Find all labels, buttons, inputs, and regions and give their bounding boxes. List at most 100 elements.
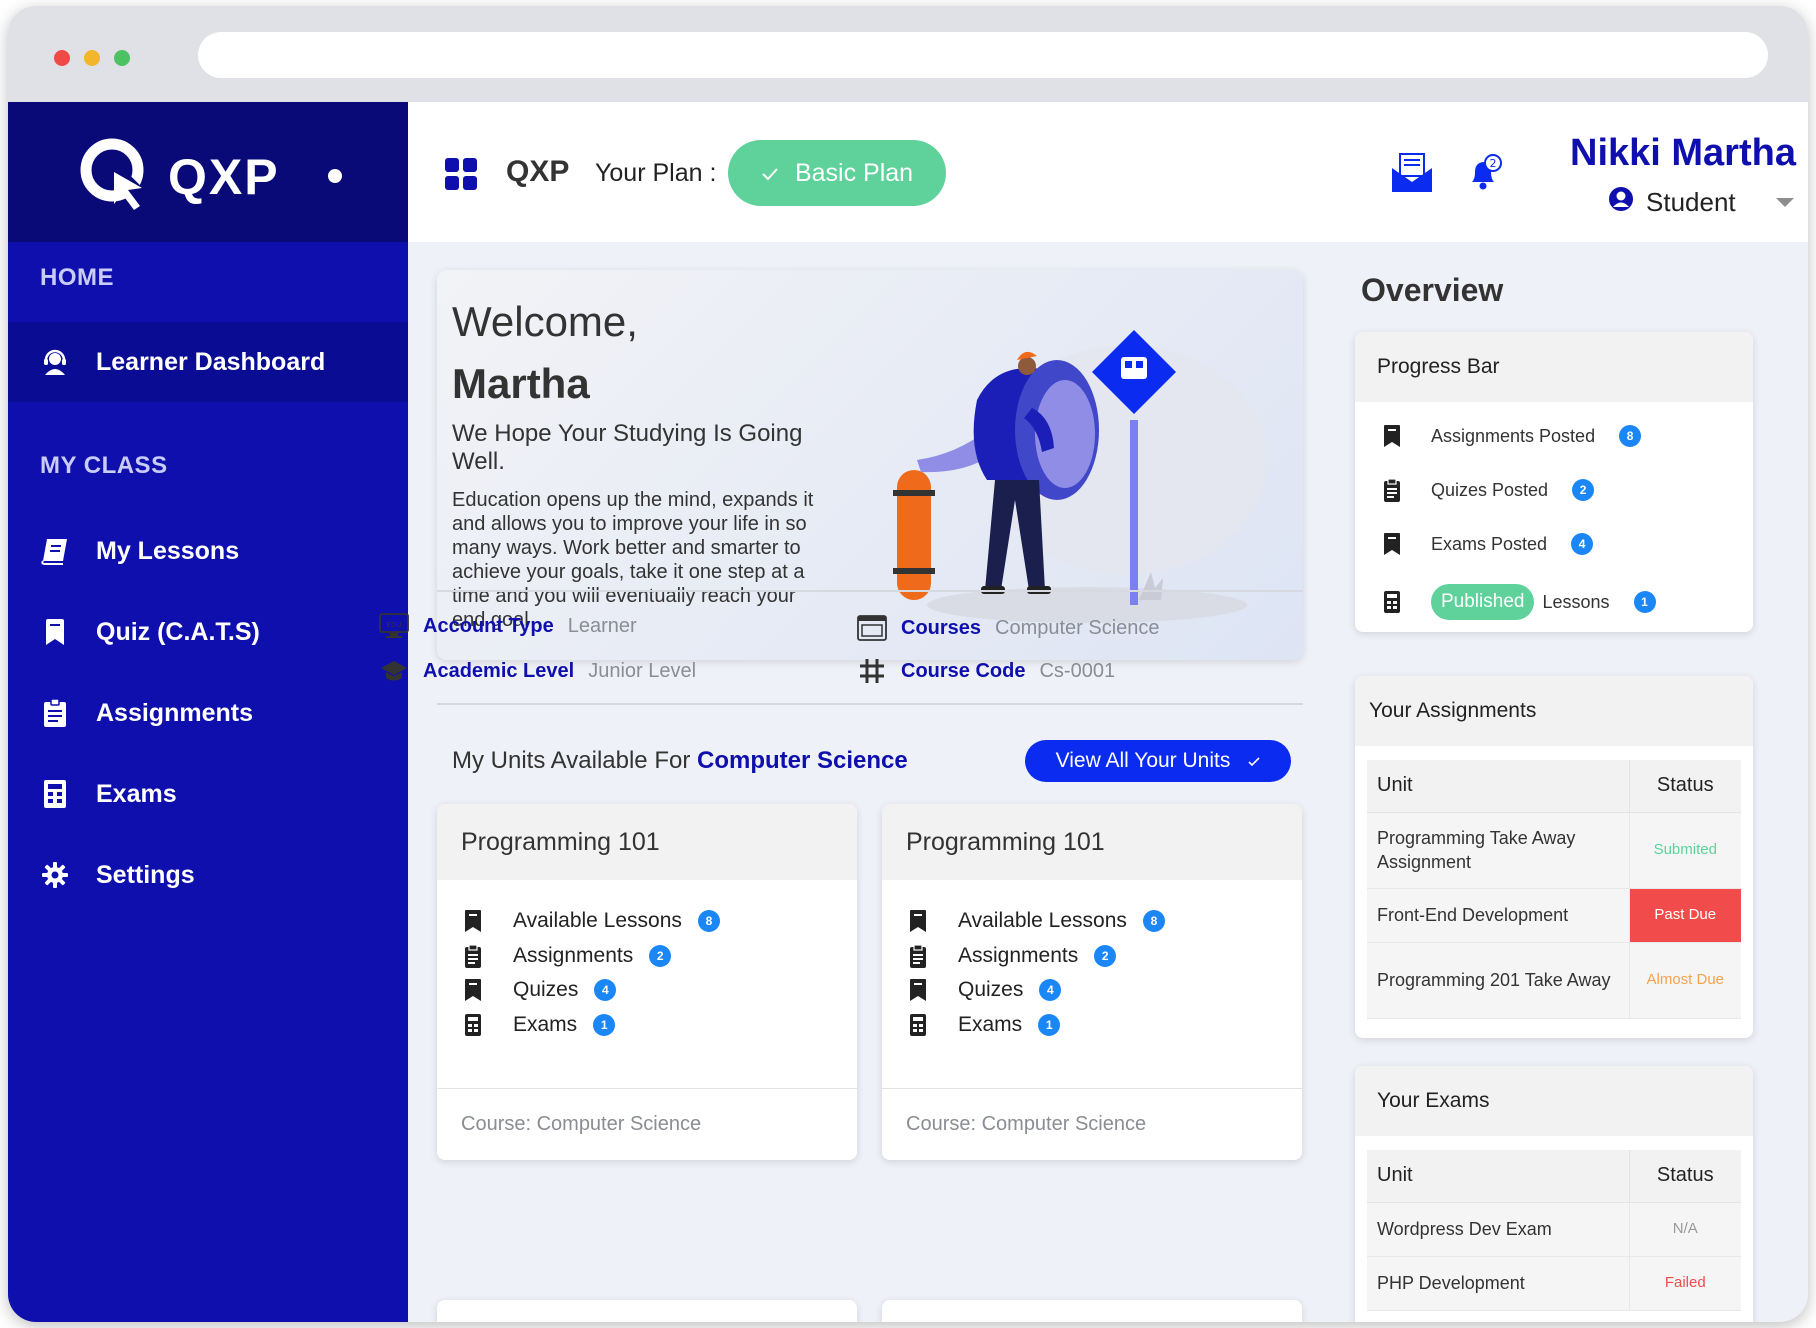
unit-card-title: Programming 101	[882, 804, 1302, 880]
sidebar-item-label: Settings	[96, 860, 195, 889]
table-row[interactable]: Wordpress Dev Exam N/A	[1367, 1202, 1741, 1257]
sidebar-item-exams[interactable]: Exams	[8, 754, 408, 834]
progress-row-label: Lessons	[1542, 591, 1610, 612]
status-cell: Almost Due	[1628, 942, 1741, 1019]
courses-value: Computer Science	[995, 616, 1160, 639]
bookmark-icon	[40, 617, 70, 647]
account-type-value: Learner	[567, 614, 637, 637]
unit-cell: PHP Development	[1367, 1256, 1629, 1311]
unit-row-quizes: Quizes 4	[461, 977, 617, 1003]
sidebar-item-settings[interactable]: Settings	[8, 835, 408, 915]
count-badge: 4	[594, 979, 617, 1001]
unit-row-label: Exams	[958, 1013, 1023, 1036]
sidebar-item-my-lessons[interactable]: My Lessons	[8, 511, 408, 591]
address-bar[interactable]	[198, 32, 1768, 78]
sidebar-item-label: Exams	[96, 779, 177, 808]
count-badge: 1	[593, 1014, 616, 1036]
clipboard-icon	[906, 943, 930, 969]
brand-name: QXP	[506, 155, 570, 188]
unit-row-quizes: Quizes 4	[906, 977, 1062, 1003]
sidebar-item-label: Quiz (C.A.T.S)	[96, 617, 260, 646]
close-window-button[interactable]	[54, 50, 70, 66]
column-header-unit: Unit	[1367, 760, 1629, 813]
assignments-table: Unit Status Programming Take Away Assign…	[1367, 760, 1741, 1019]
units-heading-prefix: My Units Available For	[452, 747, 691, 774]
count-badge: 2	[649, 945, 672, 967]
count-badge: 2	[1572, 479, 1595, 501]
progress-panel-title: Progress Bar	[1355, 332, 1753, 402]
welcome-body: Education opens up the mind, expands it …	[452, 489, 814, 631]
bookmark-icon	[1381, 532, 1403, 556]
table-row[interactable]: PHP Development Failed	[1367, 1256, 1741, 1311]
unit-row-assignments: Assignments 2	[461, 943, 672, 969]
apps-grid-icon[interactable]	[445, 158, 477, 190]
mail-icon[interactable]	[1390, 152, 1434, 194]
calculator-icon	[461, 1012, 485, 1038]
gear-icon	[40, 860, 70, 890]
status-cell: N/A	[1628, 1202, 1741, 1257]
bell-icon[interactable]: 2	[1466, 154, 1502, 192]
status-cell: Past Due	[1628, 888, 1741, 943]
published-pill: Published	[1431, 584, 1535, 620]
assignments-panel: Your Assignments Unit Status Programming…	[1355, 676, 1753, 1038]
unit-card-partial[interactable]	[882, 1300, 1302, 1322]
clipboard-icon	[1381, 478, 1403, 502]
table-row[interactable]: Programming 201 Take Away Almost Due	[1367, 942, 1741, 1019]
browser-window: QXP HOME Learner Dashboard MY CLASS My L…	[8, 6, 1808, 1322]
assignments-panel-title: Your Assignments	[1355, 676, 1753, 746]
sidebar-item-quiz[interactable]: Quiz (C.A.T.S)	[8, 592, 408, 672]
book-icon	[40, 536, 70, 566]
unit-card-footer: Course: Computer Science	[437, 1088, 857, 1160]
count-badge: 8	[1142, 910, 1165, 932]
sidebar-item-assignments[interactable]: Assignments	[8, 673, 408, 753]
progress-row-assignments: Assignments Posted 8	[1381, 424, 1642, 448]
count-badge: 1	[1038, 1014, 1061, 1036]
view-all-units-button[interactable]: View All Your Units	[1025, 740, 1291, 782]
unit-row-assignments: Assignments 2	[906, 943, 1117, 969]
column-header-status: Status	[1628, 760, 1741, 813]
sidebar-item-label: Learner Dashboard	[96, 347, 326, 376]
table-row[interactable]: Programming Take Away Assignment Submite…	[1367, 812, 1741, 889]
exams-table: Unit Status Wordpress Dev Exam N/A PHP D…	[1367, 1150, 1741, 1311]
user-role-dropdown[interactable]: Student	[1608, 186, 1794, 219]
table-row[interactable]: Front-End Development Past Due	[1367, 888, 1741, 943]
unit-card[interactable]: Programming 101 Available Lessons 8 Assi…	[882, 804, 1302, 1160]
unit-row-label: Quizes	[513, 978, 579, 1001]
progress-row-quizes: Quizes Posted 2	[1381, 478, 1595, 502]
account-type-row: EDU Account Type Learner	[379, 612, 637, 640]
units-heading-course: Computer Science	[696, 747, 908, 774]
maximize-window-button[interactable]	[114, 50, 130, 66]
progress-row-lessons: Published Lessons 1	[1381, 584, 1656, 620]
account-type-label: Account Type	[423, 614, 554, 637]
top-header: QXP Your Plan : Basic Plan 2 Nikki Marth…	[408, 102, 1808, 242]
unit-card-partial[interactable]	[437, 1300, 857, 1322]
minimize-window-button[interactable]	[84, 50, 100, 66]
logo-text: QXP	[168, 149, 280, 205]
status-cell: Submited	[1628, 812, 1741, 889]
clipboard-icon	[40, 698, 70, 728]
user-avatar-icon	[1608, 186, 1634, 219]
course-code-value: Cs-0001	[1039, 659, 1116, 682]
progress-panel: Progress Bar Assignments Posted 8 Quizes…	[1355, 332, 1753, 632]
unit-row-exams: Exams 1	[461, 1012, 616, 1038]
logo-dot	[328, 169, 342, 183]
bookmark-icon	[906, 977, 930, 1003]
unit-card-footer: Course: Computer Science	[882, 1088, 1302, 1160]
graduation-cap-icon	[379, 657, 409, 685]
count-badge: 4	[1571, 533, 1594, 555]
progress-row-exams: Exams Posted 4	[1381, 532, 1594, 556]
basic-plan-button[interactable]: Basic Plan	[728, 140, 946, 206]
sidebar-item-label: Assignments	[96, 698, 253, 727]
svg-text:EDU: EDU	[387, 621, 402, 629]
unit-row-lessons: Available Lessons 8	[461, 908, 720, 934]
calculator-icon	[40, 779, 70, 809]
sidebar-item-learner-dashboard[interactable]: Learner Dashboard	[8, 322, 408, 402]
view-all-units-label: View All Your Units	[1055, 749, 1231, 772]
exams-panel-title: Your Exams	[1355, 1066, 1753, 1136]
unit-card[interactable]: Programming 101 Available Lessons 8 Assi…	[437, 804, 857, 1160]
overview-title: Overview	[1361, 272, 1504, 308]
divider-top	[437, 590, 1303, 592]
academic-level-value: Junior Level	[588, 659, 697, 682]
courses-row: Courses Computer Science	[857, 614, 1160, 642]
course-code-row: Course Code Cs-0001	[857, 657, 1115, 685]
